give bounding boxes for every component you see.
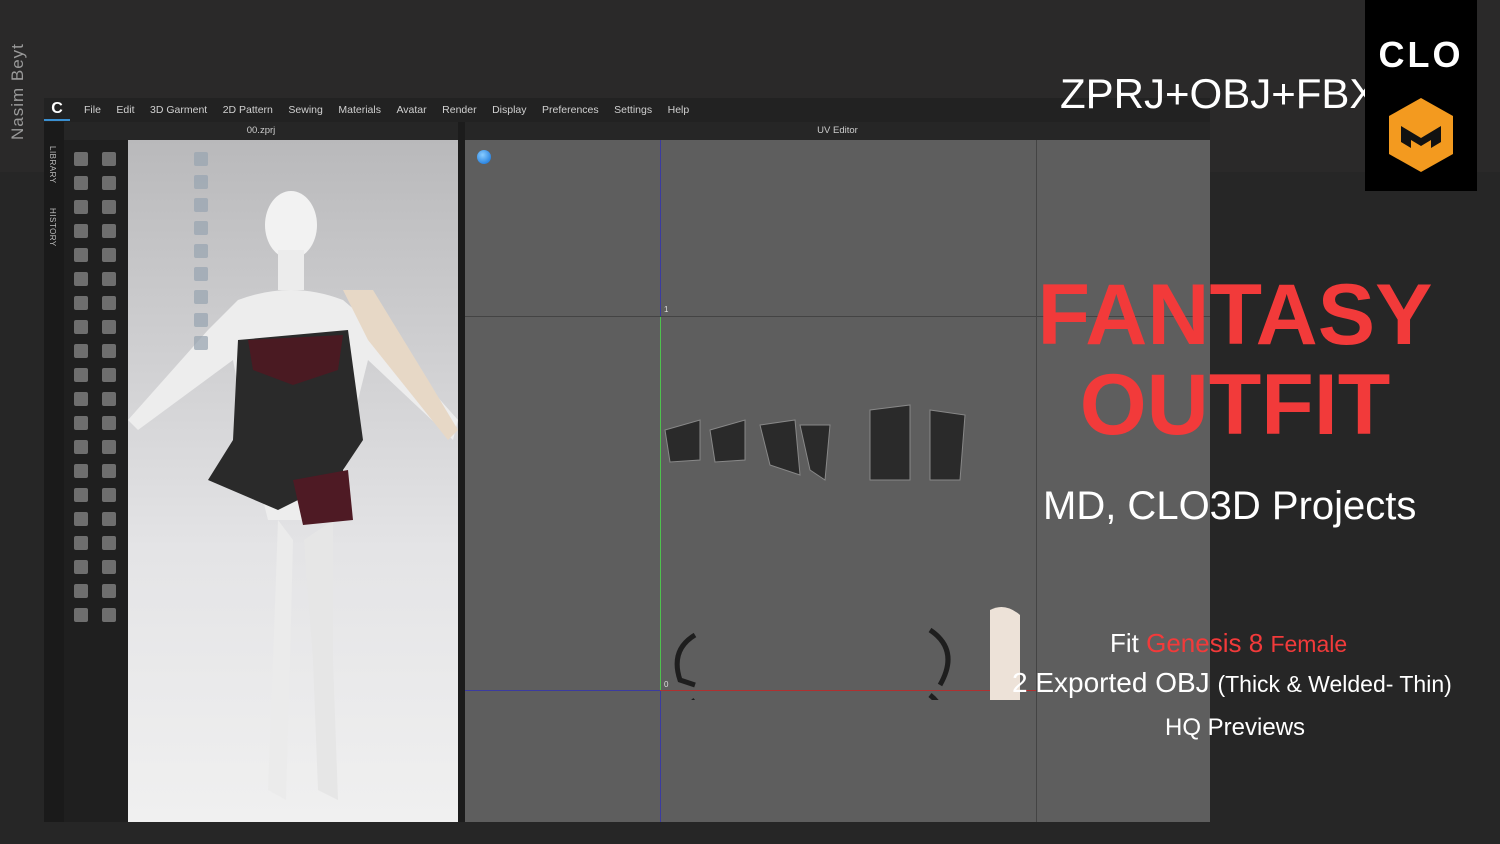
uv-pattern-pieces bbox=[664, 404, 1020, 700]
tool-icon[interactable] bbox=[74, 296, 88, 310]
tool-icon[interactable] bbox=[74, 152, 88, 166]
title-line-1: FANTASY bbox=[1037, 267, 1433, 363]
tool-icon[interactable] bbox=[102, 512, 116, 526]
tool-icon[interactable] bbox=[74, 488, 88, 502]
tool-icon[interactable] bbox=[102, 200, 116, 214]
tool-icon[interactable] bbox=[74, 512, 88, 526]
tool-icon[interactable] bbox=[102, 176, 116, 190]
clo-logo: CLO bbox=[1378, 34, 1464, 75]
tool-icon[interactable] bbox=[102, 368, 116, 382]
menu-help[interactable]: Help bbox=[668, 104, 690, 116]
menu-bar: C File Edit 3D Garment 2D Pattern Sewing… bbox=[44, 98, 1210, 122]
display-tool-icon[interactable] bbox=[194, 244, 208, 258]
fit-line: Fit Genesis 8 Female bbox=[1110, 628, 1347, 659]
menu-settings[interactable]: Settings bbox=[614, 104, 652, 116]
tool-icon[interactable] bbox=[74, 272, 88, 286]
formats-heading: ZPRJ+OBJ+FBX bbox=[1060, 70, 1378, 117]
display-tool-icon[interactable] bbox=[194, 313, 208, 327]
3d-pane-title: 00.zprj bbox=[64, 122, 458, 140]
tool-icon[interactable] bbox=[74, 368, 88, 382]
tool-icon[interactable] bbox=[74, 248, 88, 262]
clo3d-window: C File Edit 3D Garment 2D Pattern Sewing… bbox=[44, 98, 1210, 822]
display-tool-icon[interactable] bbox=[194, 290, 208, 304]
fit-suffix: Female bbox=[1270, 631, 1348, 657]
tool-icon[interactable] bbox=[74, 608, 88, 622]
tool-icon[interactable] bbox=[102, 344, 116, 358]
tool-icon[interactable] bbox=[102, 440, 116, 454]
menu-avatar[interactable]: Avatar bbox=[396, 104, 426, 116]
display-tool-icon[interactable] bbox=[194, 198, 208, 212]
clo-app-logo-icon[interactable]: C bbox=[44, 99, 70, 121]
previews-line: HQ Previews bbox=[1165, 714, 1306, 741]
menu-file[interactable]: File bbox=[84, 104, 101, 116]
tool-icon[interactable] bbox=[74, 440, 88, 454]
menu-preferences[interactable]: Preferences bbox=[542, 104, 599, 116]
title-line-2: OUTFIT bbox=[1079, 357, 1391, 453]
display-tool-icon[interactable] bbox=[194, 221, 208, 235]
menu-edit[interactable]: Edit bbox=[116, 104, 134, 116]
side-tabs: LIBRARY HISTORY bbox=[44, 122, 64, 822]
tool-icon[interactable] bbox=[102, 560, 116, 574]
tool-icon[interactable] bbox=[102, 296, 116, 310]
clo-logo-box: CLO bbox=[1365, 0, 1477, 191]
display-tool-icon[interactable] bbox=[194, 175, 208, 189]
tool-icon[interactable] bbox=[102, 392, 116, 406]
tool-icon[interactable] bbox=[74, 200, 88, 214]
tool-icon[interactable] bbox=[102, 248, 116, 262]
uv-pane-title: UV Editor bbox=[465, 122, 1210, 140]
tool-icon[interactable] bbox=[74, 416, 88, 430]
tool-icon[interactable] bbox=[102, 608, 116, 622]
tool-icon[interactable] bbox=[74, 584, 88, 598]
tool-icon[interactable] bbox=[102, 224, 116, 238]
menu-3d-garment[interactable]: 3D Garment bbox=[150, 104, 207, 116]
menu-render[interactable]: Render bbox=[442, 104, 476, 116]
fit-model: Genesis 8 bbox=[1146, 628, 1264, 658]
export-detail: (Thick & Welded- Thin) bbox=[1217, 671, 1452, 697]
tool-icon[interactable] bbox=[102, 416, 116, 430]
tab-library[interactable]: LIBRARY bbox=[48, 146, 57, 184]
tool-icon[interactable] bbox=[102, 488, 116, 502]
export-line: 2 Exported OBJ (Thick & Welded- Thin) bbox=[1012, 667, 1452, 699]
tab-history[interactable]: HISTORY bbox=[48, 208, 57, 247]
tool-icon[interactable] bbox=[74, 320, 88, 334]
tool-icon[interactable] bbox=[74, 176, 88, 190]
tool-icon[interactable] bbox=[102, 272, 116, 286]
menu-materials[interactable]: Materials bbox=[338, 104, 381, 116]
author-credit: Nasim Beyt bbox=[8, 43, 27, 140]
menu-2d-pattern[interactable]: 2D Pattern bbox=[223, 104, 273, 116]
tool-icon[interactable] bbox=[74, 464, 88, 478]
fit-prefix: Fit bbox=[1110, 628, 1139, 658]
uv-axis-label-1: 1 bbox=[664, 305, 669, 314]
marvelous-designer-logo-icon bbox=[1389, 98, 1453, 172]
tool-icon[interactable] bbox=[74, 344, 88, 358]
tool-icon[interactable] bbox=[102, 464, 116, 478]
display-tool-icon[interactable] bbox=[194, 336, 208, 350]
tool-icon[interactable] bbox=[74, 392, 88, 406]
display-tool-icon[interactable] bbox=[194, 267, 208, 281]
3d-viewport[interactable] bbox=[128, 140, 458, 822]
tool-icon[interactable] bbox=[74, 560, 88, 574]
menu-sewing[interactable]: Sewing bbox=[288, 104, 322, 116]
tool-icon[interactable] bbox=[102, 320, 116, 334]
tool-icon[interactable] bbox=[74, 536, 88, 550]
tool-icon[interactable] bbox=[102, 536, 116, 550]
export-main: 2 Exported OBJ bbox=[1012, 667, 1210, 698]
3d-toolbar bbox=[64, 140, 128, 822]
menu-display[interactable]: Display bbox=[492, 104, 526, 116]
avatar-with-outfit bbox=[128, 191, 458, 800]
subtitle: MD, CLO3D Projects bbox=[1043, 484, 1417, 528]
uv-sphere-icon[interactable] bbox=[477, 150, 491, 164]
uv-editor-canvas[interactable]: 1 0 bbox=[465, 140, 1210, 822]
tool-icon[interactable] bbox=[102, 152, 116, 166]
tool-icon[interactable] bbox=[74, 224, 88, 238]
display-tool-icon[interactable] bbox=[194, 152, 208, 166]
tool-icon[interactable] bbox=[102, 584, 116, 598]
